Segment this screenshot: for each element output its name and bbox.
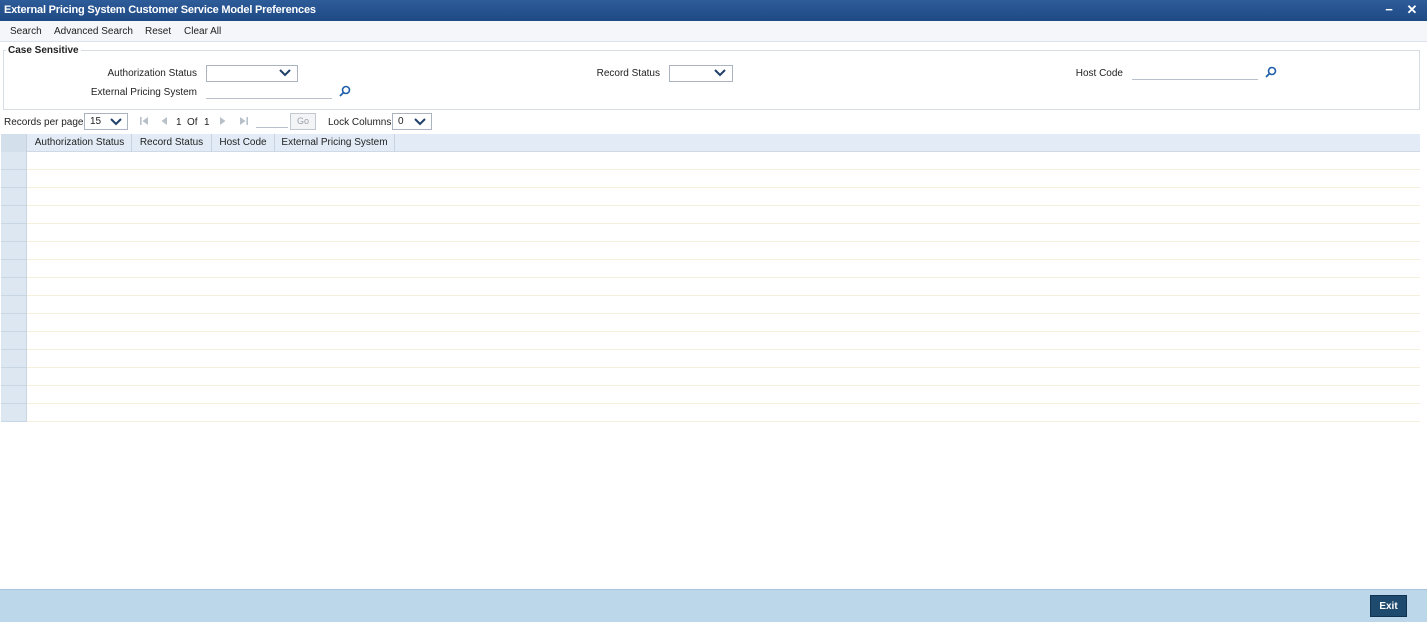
host-code-lookup-icon[interactable] [1265,66,1277,78]
reset-button[interactable]: Reset [145,26,171,37]
go-to-page-input[interactable] [256,115,288,128]
search-toolbar: Search Advanced Search Reset Clear All [0,21,1427,42]
advanced-search-button[interactable]: Advanced Search [54,26,133,37]
row-selector-cell[interactable] [1,278,27,296]
window-titlebar: External Pricing System Customer Service… [0,0,1427,21]
row-selector-cell[interactable] [1,404,27,422]
external-pricing-system-label: External Pricing System [90,87,197,98]
first-page-icon[interactable] [139,116,149,126]
case-sensitive-legend: Case Sensitive [6,45,81,56]
external-pricing-system-input[interactable] [206,85,332,99]
clear-all-button[interactable]: Clear All [184,26,221,37]
of-label: Of [187,117,198,128]
table-row[interactable] [1,278,1420,296]
pagination-bar: Records per page 15 1 Of 1 Go Lock Colum… [0,112,1427,132]
search-criteria-panel: Case Sensitive Authorization Status Reco… [3,45,1420,110]
chevron-down-icon [414,118,426,126]
row-selector-cell[interactable] [1,314,27,332]
authorization-status-select[interactable] [206,65,298,82]
row-selector-cell[interactable] [1,152,27,170]
grid-header: Authorization Status Record Status Host … [1,134,1420,152]
table-row[interactable] [1,206,1420,224]
chevron-down-icon [279,69,291,77]
table-row[interactable] [1,260,1420,278]
lock-columns-value: 0 [398,116,404,127]
row-selector-cell[interactable] [1,206,27,224]
row-selector-cell[interactable] [1,332,27,350]
row-selector-cell[interactable] [1,170,27,188]
window-title: External Pricing System Customer Service… [4,4,316,16]
exit-button[interactable]: Exit [1370,595,1407,617]
row-selector-cell[interactable] [1,242,27,260]
table-row[interactable] [1,170,1420,188]
host-code-input[interactable] [1132,66,1258,80]
table-row[interactable] [1,404,1420,422]
table-row[interactable] [1,386,1420,404]
table-row[interactable] [1,224,1420,242]
record-status-select[interactable] [669,65,733,82]
search-button[interactable]: Search [10,26,42,37]
external-pricing-system-lookup-icon[interactable] [339,85,351,97]
row-selector-cell[interactable] [1,368,27,386]
next-page-icon[interactable] [218,116,228,126]
table-row[interactable] [1,314,1420,332]
record-status-label: Record Status [596,68,660,79]
authorization-status-label: Authorization Status [107,68,198,79]
table-row[interactable] [1,296,1420,314]
current-page: 1 [176,117,182,128]
footer-bar: Exit [0,589,1427,622]
close-icon[interactable]: ✕ [1405,3,1419,17]
previous-page-icon[interactable] [159,116,169,126]
row-selector-cell[interactable] [1,296,27,314]
row-selector-cell[interactable] [1,224,27,242]
grid-body [1,152,1420,422]
table-row[interactable] [1,188,1420,206]
last-page-icon[interactable] [239,116,249,126]
column-header-external-pricing-system[interactable]: External Pricing System [275,134,395,152]
records-per-page-select[interactable]: 15 [84,113,128,130]
lock-columns-select[interactable]: 0 [392,113,432,130]
column-header-host-code[interactable]: Host Code [212,134,275,152]
row-selector-cell[interactable] [1,386,27,404]
chevron-down-icon [714,69,726,77]
grid-select-all-cell[interactable] [1,134,27,152]
table-row[interactable] [1,350,1420,368]
minimize-icon[interactable]: − [1382,3,1396,17]
go-button[interactable]: Go [290,113,316,130]
records-per-page-label: Records per page [4,117,84,128]
row-selector-cell[interactable] [1,350,27,368]
column-header-authorization-status[interactable]: Authorization Status [28,134,132,152]
results-grid: Authorization Status Record Status Host … [1,134,1420,422]
column-header-record-status[interactable]: Record Status [132,134,212,152]
lock-columns-label: Lock Columns [328,117,392,128]
table-row[interactable] [1,152,1420,170]
table-row[interactable] [1,332,1420,350]
row-selector-cell[interactable] [1,260,27,278]
chevron-down-icon [110,118,122,126]
table-row[interactable] [1,242,1420,260]
host-code-label: Host Code [1075,68,1123,79]
records-per-page-value: 15 [90,116,102,127]
row-selector-cell[interactable] [1,188,27,206]
table-row[interactable] [1,368,1420,386]
total-pages: 1 [204,117,210,128]
